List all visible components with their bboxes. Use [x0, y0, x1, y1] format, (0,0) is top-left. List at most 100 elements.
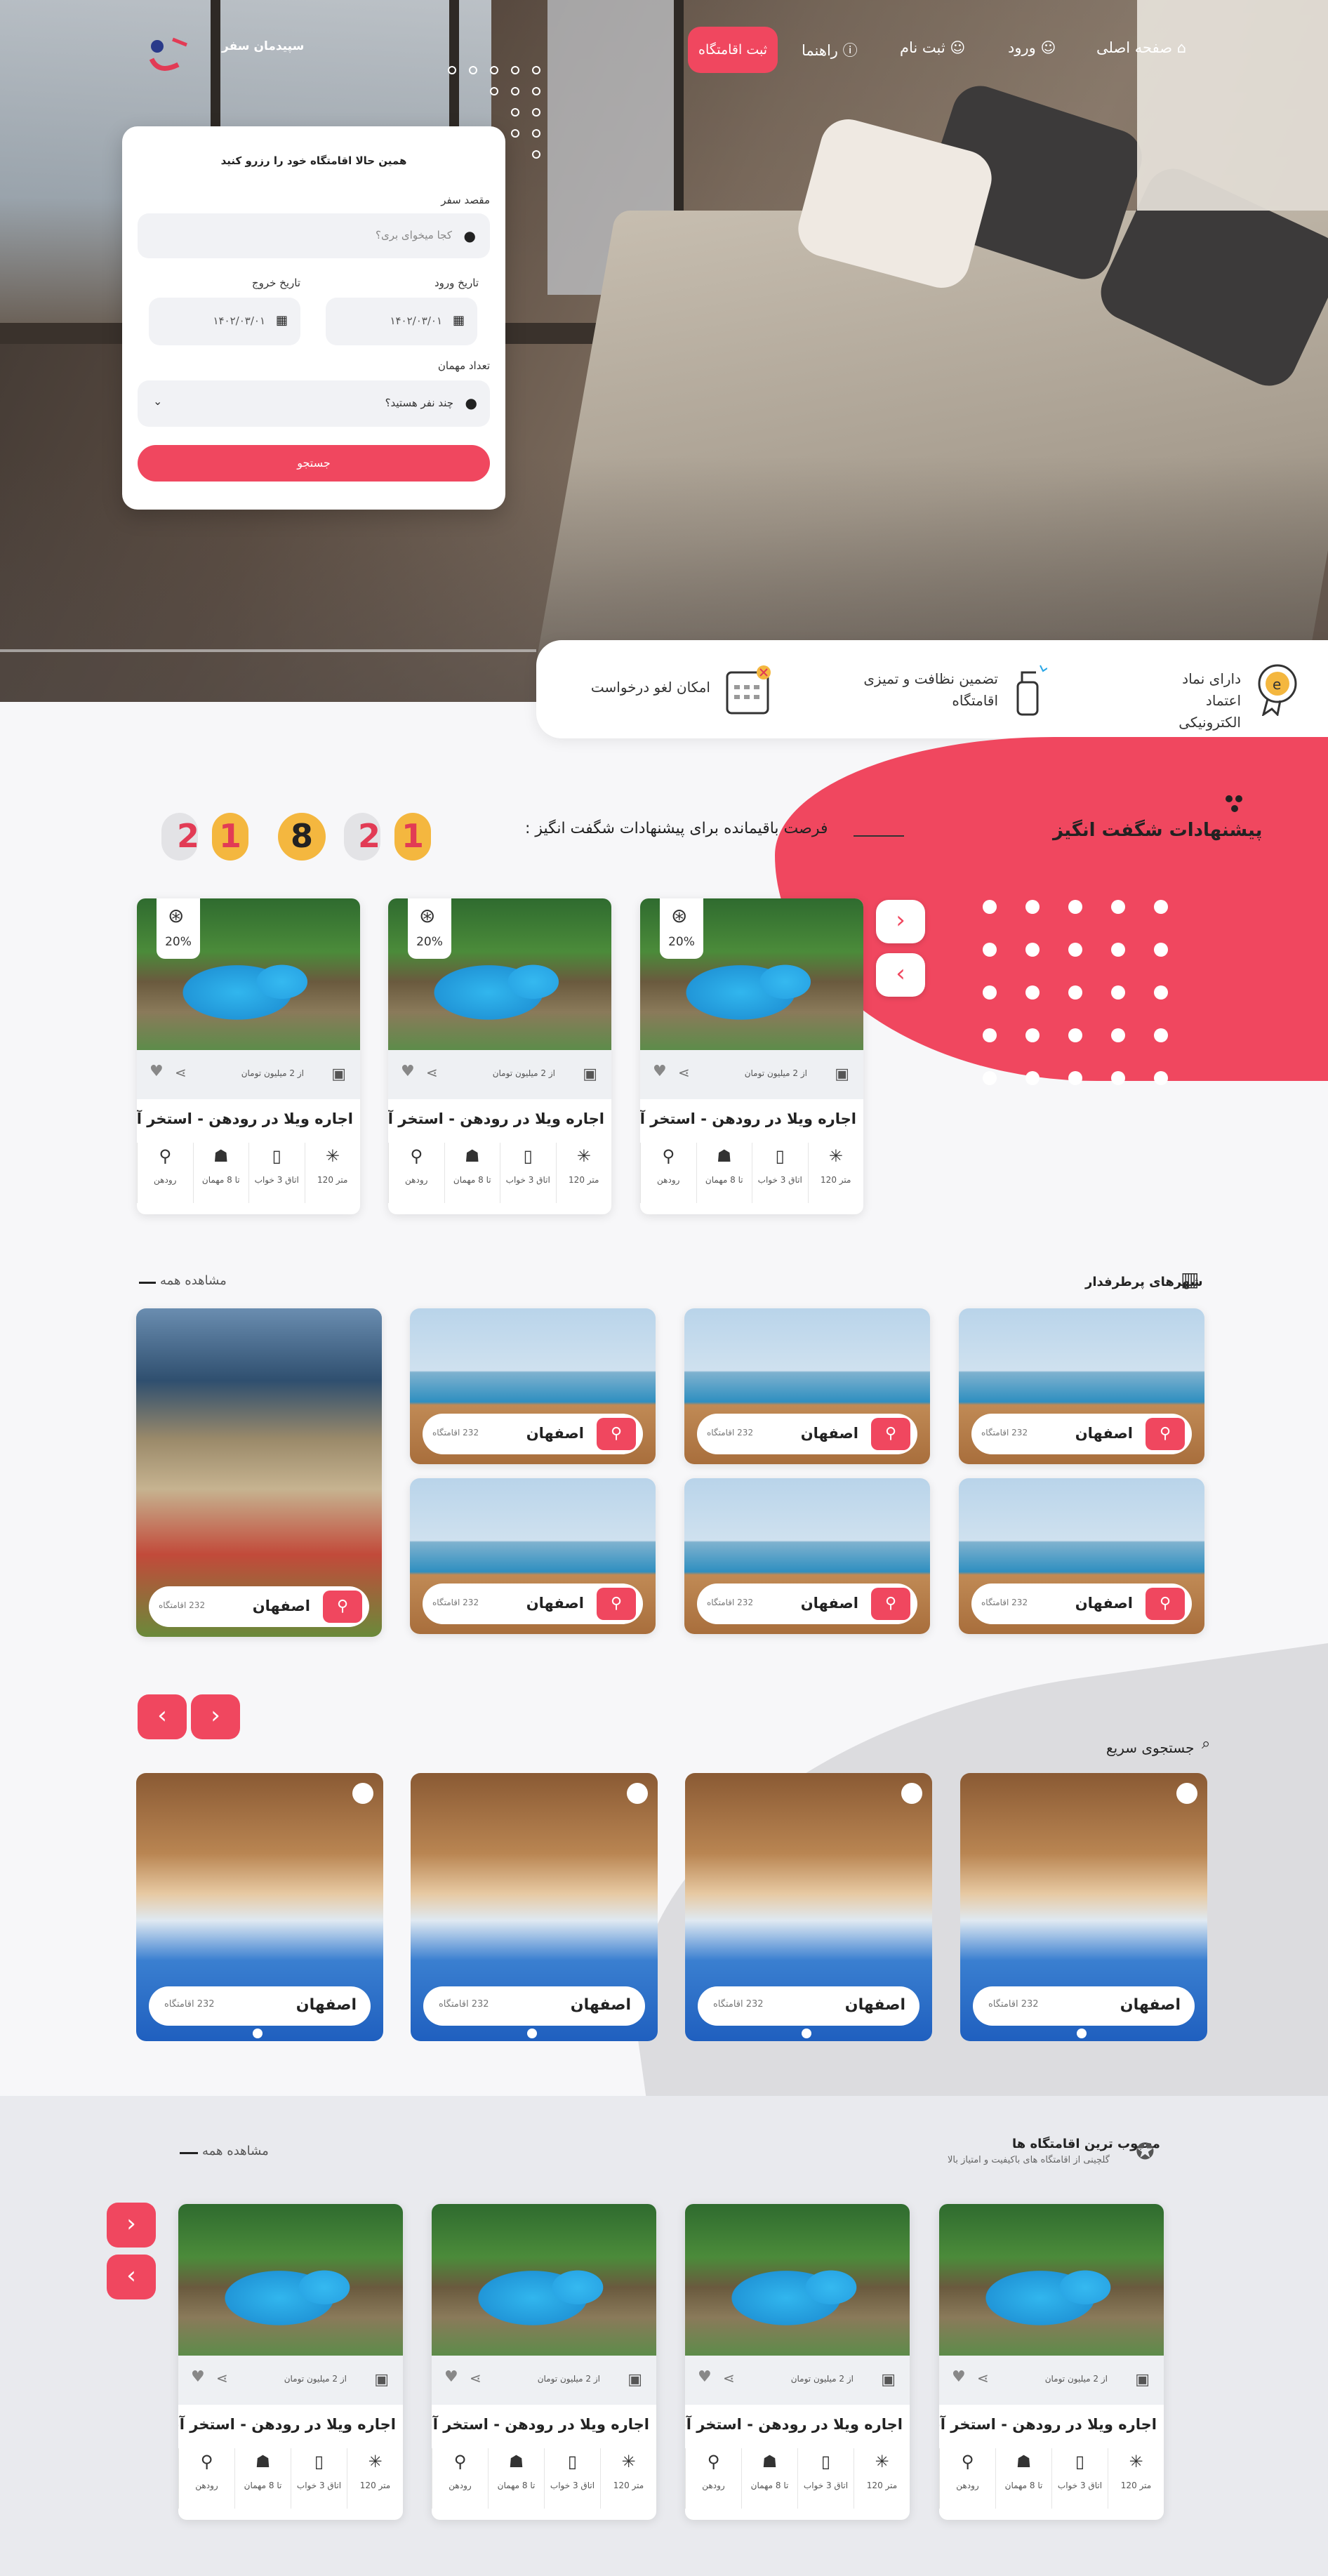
- countdown-minutes: 8: [278, 813, 326, 861]
- chevron-right-icon: ›: [896, 906, 905, 934]
- share-icon[interactable]: ⋖: [175, 1064, 187, 1081]
- property-title: اجاره ویلا در رودهن - استخر آب گرم: [137, 1110, 353, 1127]
- nav-login[interactable]: ورود ☺: [1008, 39, 1056, 56]
- decor-dot: [1154, 1028, 1168, 1042]
- feature-door-icon: ▯: [821, 2452, 831, 2471]
- spray-icon: [1012, 661, 1048, 717]
- feature-label: تا 8 مهمان: [453, 1175, 491, 1185]
- property-card[interactable]: ▣ از 2 میلیون تومان ⋖ ♥ اجاره ویلا در رودهن …: [432, 2204, 656, 2520]
- share-icon[interactable]: ⋖: [678, 1064, 690, 1081]
- decor-dot: [1025, 1028, 1040, 1042]
- guests-select[interactable]: ● چند نفر هستید؟ ⌄: [138, 380, 490, 427]
- destination-input[interactable]: کجا میخوای بری؟: [376, 229, 452, 241]
- city-card[interactable]: ⚲ اصفهان 232 اقامتگاه: [684, 1478, 930, 1634]
- quick-card[interactable]: اصفهان 232 اقامتگاه: [411, 1773, 658, 2041]
- city-card[interactable]: ⚲ اصفهان 232 اقامتگاه: [410, 1308, 656, 1464]
- countdown: 2 1 8 2 1: [156, 806, 451, 869]
- decor-dot: [983, 1028, 997, 1042]
- map-pin-icon: ⚲: [597, 1588, 636, 1620]
- checkout-field[interactable]: ▦ ۱۴۰۲/۰۳/۰۱: [149, 298, 300, 345]
- property-title: اجاره ویلا در رودهن - استخر آب گرم: [685, 2416, 903, 2433]
- city-card[interactable]: ⚲ اصفهان 232 اقامتگاه: [684, 1308, 930, 1464]
- heart-icon[interactable]: ♥: [150, 1063, 164, 1080]
- property-card[interactable]: ⊛ 20% ▣ از 2 میلیون تومان ⋖ ♥ اجاره ویلا در رو…: [137, 898, 360, 1214]
- popular-view-all[interactable]: مشاهده همه: [202, 2144, 269, 2158]
- heart-icon[interactable]: ♥: [653, 1063, 667, 1080]
- property-feature: ▯ اتاق 3 خواب: [500, 1143, 556, 1203]
- share-icon[interactable]: ⋖: [216, 2370, 228, 2386]
- feature-label: اتاق 3 خواب: [803, 2481, 849, 2490]
- search-title: همین حالا اقامتگاه خود را رزرو کنید: [220, 154, 407, 167]
- property-card[interactable]: ▣ از 2 میلیون تومان ⋖ ♥ اجاره ویلا در رودهن …: [178, 2204, 403, 2520]
- map-pin-icon: ⚲: [323, 1591, 362, 1623]
- property-card[interactable]: ▣ از 2 میلیون تومان ⋖ ♥ اجاره ویلا در رودهن …: [939, 2204, 1164, 2520]
- decor-dot: [1154, 1071, 1168, 1085]
- city-count: 232 اقامتگاه: [159, 1600, 206, 1610]
- property-card[interactable]: ▣ از 2 میلیون تومان ⋖ ♥ اجاره ویلا در رودهن …: [685, 2204, 910, 2520]
- discount-value: 20%: [668, 935, 695, 949]
- quick-prev-button[interactable]: ‹: [138, 1694, 187, 1739]
- popular-next-button[interactable]: ›: [107, 2203, 156, 2248]
- offers-prev-button[interactable]: ‹: [876, 953, 925, 997]
- heart-icon[interactable]: ♥: [444, 2368, 458, 2386]
- price-text: از 2 میلیون تومان: [241, 1068, 304, 1078]
- city-card[interactable]: ⚲ اصفهان 232 اقامتگاه: [959, 1478, 1204, 1634]
- feature-label: 120 متر: [317, 1175, 348, 1185]
- property-feature: ☗ تا 8 مهمان: [444, 1143, 500, 1203]
- nav-guide[interactable]: راهنما ⓘ: [802, 39, 858, 60]
- search-button[interactable]: جستجو: [138, 445, 490, 482]
- destination-field[interactable]: ● کجا میخوای بری؟: [138, 213, 490, 258]
- popular-prev-button[interactable]: ‹: [107, 2255, 156, 2299]
- nav-register[interactable]: ثبت نام ☺: [900, 39, 965, 56]
- city-card[interactable]: ⚲ اصفهان 232 اقامتگاه: [410, 1478, 656, 1634]
- city-label: ⚲ اصفهان 232 اقامتگاه: [423, 1584, 643, 1624]
- heart-icon[interactable]: ♥: [401, 1063, 415, 1080]
- destination-label: مقصد سفر: [441, 194, 490, 206]
- share-icon[interactable]: ⋖: [470, 2370, 482, 2386]
- logo[interactable]: [138, 31, 201, 77]
- city-label: ⚲ اصفهان 232 اقامتگاه: [149, 1586, 369, 1627]
- property-image: [685, 2204, 910, 2356]
- suitcase-icon: ▣: [628, 2371, 642, 2389]
- heart-icon[interactable]: ♥: [191, 2368, 205, 2386]
- price-text: از 2 میلیون تومان: [744, 1068, 807, 1078]
- popular-subtitle: گلچینی از اقامتگاه های باکیفیت و امتیاز …: [948, 2155, 1110, 2165]
- share-icon[interactable]: ⋖: [426, 1064, 438, 1081]
- property-feature: ⚲ رودهن: [178, 2448, 234, 2509]
- share-icon[interactable]: ⋖: [723, 2370, 735, 2386]
- discount-badge: ⊛ 20%: [408, 898, 451, 959]
- quick-label: اصفهان 232 اقامتگاه: [423, 1986, 645, 2026]
- quick-next-button[interactable]: ›: [191, 1694, 240, 1739]
- feature-label: 120 متر: [569, 1175, 599, 1185]
- nav-home[interactable]: صفحه اصلی ⌂: [1096, 39, 1186, 56]
- quick-card[interactable]: اصفهان 232 اقامتگاه: [136, 1773, 383, 2041]
- offers-next-button[interactable]: ›: [876, 900, 925, 943]
- share-icon[interactable]: ⋖: [977, 2370, 989, 2386]
- percent-icon: ⊛: [671, 904, 688, 927]
- property-feature: ☗ تا 8 مهمان: [192, 1143, 249, 1203]
- heart-icon[interactable]: ♥: [952, 2368, 966, 2386]
- user-icon: ☺: [1040, 39, 1056, 56]
- city-card[interactable]: ⚲ اصفهان 232 اقامتگاه: [959, 1308, 1204, 1464]
- property-feature: ▯ اتاق 3 خواب: [248, 1143, 305, 1203]
- feature-label: رودهن: [405, 1175, 428, 1185]
- page: سپیدمان سفر صفحه اصلی ⌂ ورود ☺ ثبت نام ☺…: [0, 0, 1328, 2576]
- city-label: ⚲ اصفهان 232 اقامتگاه: [423, 1414, 643, 1454]
- checkin-field[interactable]: ▦ ۱۴۰۲/۰۳/۰۱: [326, 298, 477, 345]
- chevron-left-icon: ‹: [157, 1701, 167, 1729]
- quick-card[interactable]: اصفهان 232 اقامتگاه: [685, 1773, 932, 2041]
- register-hotel-button[interactable]: ثبت اقامتگاه: [688, 27, 778, 73]
- feature-guests-icon: ☗: [1016, 2452, 1032, 2471]
- property-card[interactable]: ⊛ 20% ▣ از 2 میلیون تومان ⋖ ♥ اجاره ویلا در رو…: [388, 898, 611, 1214]
- quick-card[interactable]: اصفهان 232 اقامتگاه: [960, 1773, 1207, 2041]
- decor-dot: [1111, 900, 1125, 914]
- city-card[interactable]: ⚲ اصفهان 232 اقامتگاه: [136, 1308, 382, 1637]
- heart-icon[interactable]: ♥: [698, 2368, 712, 2386]
- property-card[interactable]: ⊛ 20% ▣ از 2 میلیون تومان ⋖ ♥ اجاره ویلا در رو…: [640, 898, 863, 1214]
- property-feature: ✳ 120 متر: [807, 1143, 864, 1203]
- cities-view-all[interactable]: مشاهده همه: [160, 1273, 227, 1288]
- city-label: ⚲ اصفهان 232 اقامتگاه: [971, 1584, 1192, 1624]
- property-feature: ✳ 120 متر: [1108, 2448, 1164, 2509]
- pager-dot: [527, 2029, 537, 2038]
- property-feature: ▯ اتاق 3 خواب: [752, 1143, 808, 1203]
